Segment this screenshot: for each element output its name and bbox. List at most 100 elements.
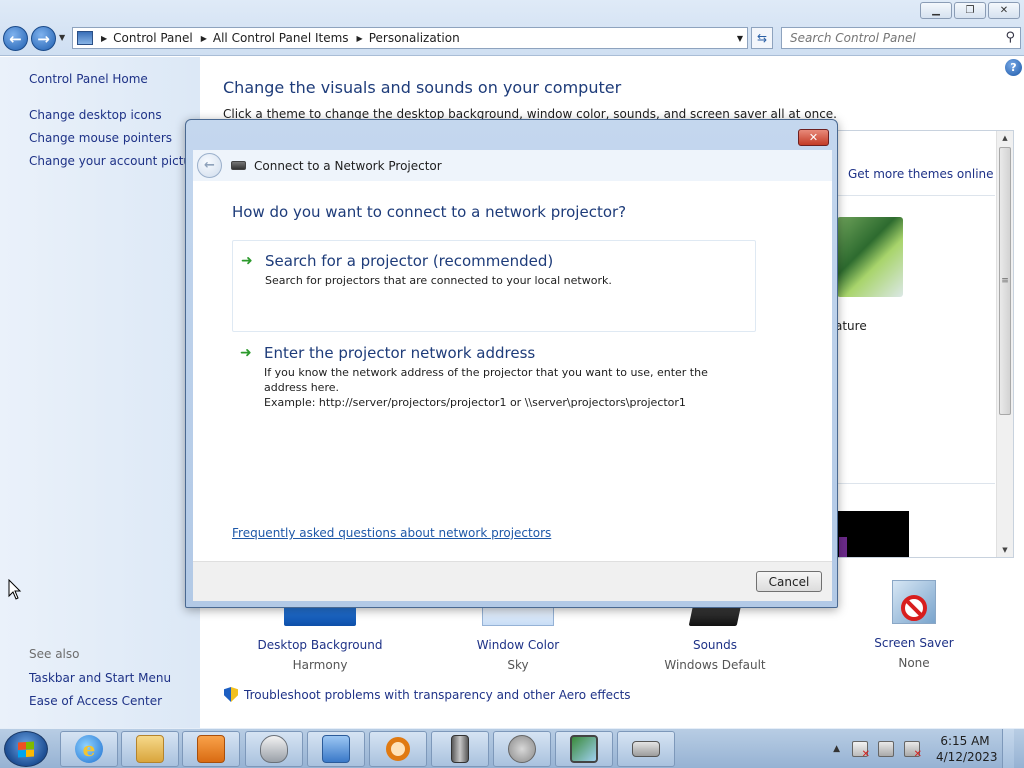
start-button[interactable] — [4, 731, 48, 767]
see-also-heading: See also — [29, 647, 80, 661]
sidebar-link-desktop-icons[interactable]: Change desktop icons — [29, 108, 162, 122]
desktop-background-value: Harmony — [292, 658, 348, 672]
scroll-up-icon[interactable]: ▲ — [997, 131, 1013, 145]
forward-button[interactable]: → — [31, 26, 56, 51]
speaker-icon — [508, 735, 536, 763]
enter-address-option[interactable]: ➜ Enter the projector network address If… — [232, 333, 756, 423]
forward-arrow-icon: → — [37, 29, 50, 48]
breadcrumb-control-panel[interactable]: Control Panel — [113, 31, 193, 45]
taskbar: e ▲ 6:15 AM 4/12/2023 — [0, 728, 1024, 768]
divider — [835, 483, 995, 484]
volume-icon[interactable] — [904, 741, 922, 760]
sidebar-link-control-panel-home[interactable]: Control Panel Home — [29, 72, 148, 86]
taskbar-button-explorer[interactable] — [121, 731, 179, 767]
get-more-themes-link[interactable]: Get more themes online — [848, 167, 994, 181]
enter-address-title[interactable]: Enter the projector network address — [264, 344, 535, 362]
projector-icon — [632, 741, 660, 757]
breadcrumb-separator-icon[interactable]: ▶ — [357, 34, 363, 43]
taskbar-button-search[interactable] — [369, 731, 427, 767]
sidebar-link-ease-of-access[interactable]: Ease of Access Center — [29, 694, 162, 708]
sidebar-link-mouse-pointers[interactable]: Change mouse pointers — [29, 131, 172, 145]
cancel-button[interactable]: Cancel — [756, 571, 822, 592]
restore-button[interactable]: ❐ — [954, 2, 986, 19]
taskbar-button-control-panel[interactable] — [307, 731, 365, 767]
connect-network-projector-dialog: ✕ ← Connect to a Network Projector How d… — [185, 119, 838, 608]
dialog-close-button[interactable]: ✕ — [798, 129, 829, 146]
option-description-example: Example: http://server/projectors/projec… — [264, 396, 686, 409]
sidebar-link-taskbar-start-menu[interactable]: Taskbar and Start Menu — [29, 671, 171, 685]
desktop-background-label[interactable]: Desktop Background — [235, 638, 405, 652]
theme-label[interactable]: ature — [835, 319, 867, 333]
search-projector-description: Search for projectors that are connected… — [265, 273, 745, 288]
action-center-icon[interactable] — [852, 741, 870, 760]
search-icon — [386, 737, 410, 761]
show-hidden-icons-icon[interactable]: ▲ — [833, 744, 840, 754]
window-color-label[interactable]: Window Color — [433, 638, 603, 652]
taskbar-button-media[interactable] — [182, 731, 240, 767]
troubleshoot-aero-text[interactable]: Troubleshoot problems with transparency … — [244, 688, 631, 702]
taskbar-button-speaker[interactable] — [493, 731, 551, 767]
search-box[interactable]: ⚲ — [781, 27, 1021, 49]
media-player-icon — [197, 735, 225, 763]
dialog-header: ← Connect to a Network Projector — [193, 150, 832, 181]
screen-saver-item[interactable]: Screen Saver None — [829, 578, 999, 670]
search-projector-title[interactable]: Search for a projector (recommended) — [265, 252, 553, 270]
green-arrow-icon: ➜ — [240, 345, 252, 361]
search-input[interactable] — [782, 28, 992, 48]
search-projector-option[interactable]: ➜ Search for a projector (recommended) S… — [232, 240, 756, 332]
sounds-value: Windows Default — [664, 658, 766, 672]
window-color-value: Sky — [507, 658, 529, 672]
faq-link[interactable]: Frequently asked questions about network… — [232, 526, 551, 540]
control-panel-icon — [77, 31, 93, 45]
dialog-title: Connect to a Network Projector — [254, 158, 442, 173]
network-icon[interactable] — [878, 741, 894, 757]
breadcrumb-personalization[interactable]: Personalization — [369, 31, 460, 45]
address-bar[interactable]: ▶ Control Panel ▶ All Control Panel Item… — [72, 27, 748, 49]
refresh-icon: ⇆ — [756, 31, 768, 45]
breadcrumb-separator-icon[interactable]: ▶ — [201, 34, 207, 43]
clock-time: 6:15 AM — [940, 734, 990, 748]
back-arrow-icon: ← — [9, 29, 22, 48]
taskbar-button-mouse[interactable] — [245, 731, 303, 767]
sidebar-link-account-picture[interactable]: Change your account picture — [29, 154, 203, 168]
breadcrumb-all-items[interactable]: All Control Panel Items — [213, 31, 349, 45]
show-desktop-button[interactable] — [1002, 729, 1014, 768]
themes-list[interactable]: Get more themes online ature ▲ ≡ ▼ — [834, 130, 1014, 558]
screen-saver-label[interactable]: Screen Saver — [829, 636, 999, 650]
address-dropdown-icon[interactable]: ▼ — [737, 34, 743, 43]
control-panel-icon — [322, 735, 350, 763]
green-arrow-icon: ➜ — [241, 253, 253, 269]
sidebar: Control Panel Home Change desktop icons … — [0, 57, 203, 728]
minimize-button[interactable]: ▁ — [920, 2, 952, 19]
search-icon[interactable]: ⚲ — [1005, 30, 1015, 45]
help-button[interactable]: ? — [1005, 59, 1022, 76]
system-tray: ▲ 6:15 AM 4/12/2023 — [833, 729, 1014, 768]
dialog-back-button[interactable]: ← — [197, 153, 222, 178]
troubleshoot-aero-link[interactable]: Troubleshoot problems with transparency … — [224, 687, 631, 702]
refresh-button[interactable]: ⇆ — [751, 27, 773, 49]
back-button[interactable]: ← — [3, 26, 28, 51]
taskbar-button-display[interactable] — [555, 731, 613, 767]
window-caption-buttons: ▁ ❐ ✕ — [918, 2, 1020, 19]
page-title: Change the visuals and sounds on your co… — [223, 78, 622, 97]
scrollbar-thumb[interactable]: ≡ — [999, 147, 1011, 415]
breadcrumb-separator-icon[interactable]: ▶ — [101, 34, 107, 43]
taskbar-button-ie[interactable]: e — [60, 731, 118, 767]
option-description-line: If you know the network address of the p… — [264, 366, 708, 394]
taskbar-button-server[interactable] — [431, 731, 489, 767]
clock-date: 4/12/2023 — [936, 750, 998, 764]
recent-pages-dropdown[interactable]: ▼ — [59, 33, 65, 42]
clock[interactable]: 6:15 AM 4/12/2023 — [936, 733, 998, 765]
theme-thumbnail[interactable] — [837, 217, 903, 297]
scroll-down-icon[interactable]: ▼ — [997, 543, 1013, 557]
back-arrow-icon: ← — [204, 158, 215, 173]
close-button[interactable]: ✕ — [988, 2, 1020, 19]
themes-scrollbar[interactable]: ▲ ≡ ▼ — [996, 131, 1013, 557]
close-icon: ✕ — [808, 131, 819, 144]
theme-thumbnail-dark[interactable] — [835, 511, 909, 557]
shield-icon — [224, 687, 238, 702]
taskbar-button-projector[interactable] — [617, 731, 675, 767]
explorer-toolbar: ▁ ❐ ✕ ← → ▼ ▶ Control Panel ▶ All Contro… — [0, 0, 1024, 56]
sounds-label[interactable]: Sounds — [630, 638, 800, 652]
internet-explorer-icon: e — [75, 735, 103, 763]
